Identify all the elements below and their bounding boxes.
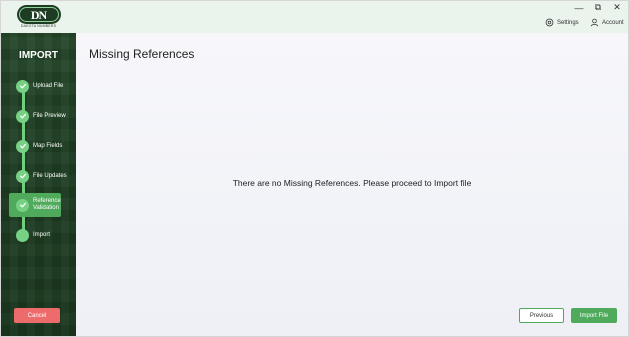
account-label: Account: [602, 19, 624, 26]
step-import[interactable]: Import: [1, 225, 76, 245]
settings-button[interactable]: Settings: [545, 18, 579, 27]
step-label: Map Fields: [33, 142, 63, 149]
step-map-fields[interactable]: Map Fields: [1, 136, 76, 156]
step-label: Upload File: [33, 82, 64, 89]
user-icon: [590, 18, 599, 27]
minimize-icon[interactable]: —: [574, 3, 584, 13]
logo-caption: DAKOTA NUMBERS: [20, 24, 57, 29]
step-file-updates[interactable]: File Updates: [1, 166, 76, 186]
step-label: File Updates: [33, 172, 67, 179]
restore-icon[interactable]: ⧉: [593, 2, 603, 12]
close-icon[interactable]: ✕: [612, 2, 622, 12]
check-icon: [16, 169, 29, 183]
gear-icon: [545, 18, 554, 27]
step-reference-validation[interactable]: Reference Validation: [9, 193, 61, 217]
cancel-button[interactable]: Cancel: [14, 308, 60, 323]
sidebar-title: IMPORT: [19, 50, 58, 61]
logo: DN DAKOTA NUMBERS: [1, 1, 76, 33]
app-window: DN DAKOTA NUMBERS IMPORT Upload File Fil…: [0, 0, 629, 337]
import-file-button[interactable]: Import File: [571, 308, 617, 323]
previous-button[interactable]: Previous: [519, 308, 564, 323]
check-icon: [16, 139, 29, 153]
page-title: Missing References: [89, 47, 195, 61]
step-upload-file[interactable]: Upload File: [1, 76, 76, 96]
top-bar: — ⧉ ✕ Settings Account: [76, 1, 628, 33]
status-message: There are no Missing References. Please …: [232, 178, 472, 188]
step-file-preview[interactable]: File Preview: [1, 106, 76, 126]
step-label: Reference Validation: [33, 198, 61, 211]
step-dot-icon: [16, 228, 29, 242]
check-icon: [16, 109, 29, 123]
settings-label: Settings: [557, 19, 579, 26]
logo-letters: DN: [30, 7, 47, 22]
step-label: File Preview: [33, 112, 66, 119]
logo-mark: DN: [16, 5, 61, 25]
check-icon: [16, 198, 29, 212]
main-content: Missing References There are no Missing …: [76, 33, 628, 336]
sidebar: DN DAKOTA NUMBERS IMPORT Upload File Fil…: [1, 1, 76, 336]
account-button[interactable]: Account: [590, 18, 624, 27]
check-icon: [16, 79, 29, 93]
step-label: Import: [33, 231, 51, 238]
